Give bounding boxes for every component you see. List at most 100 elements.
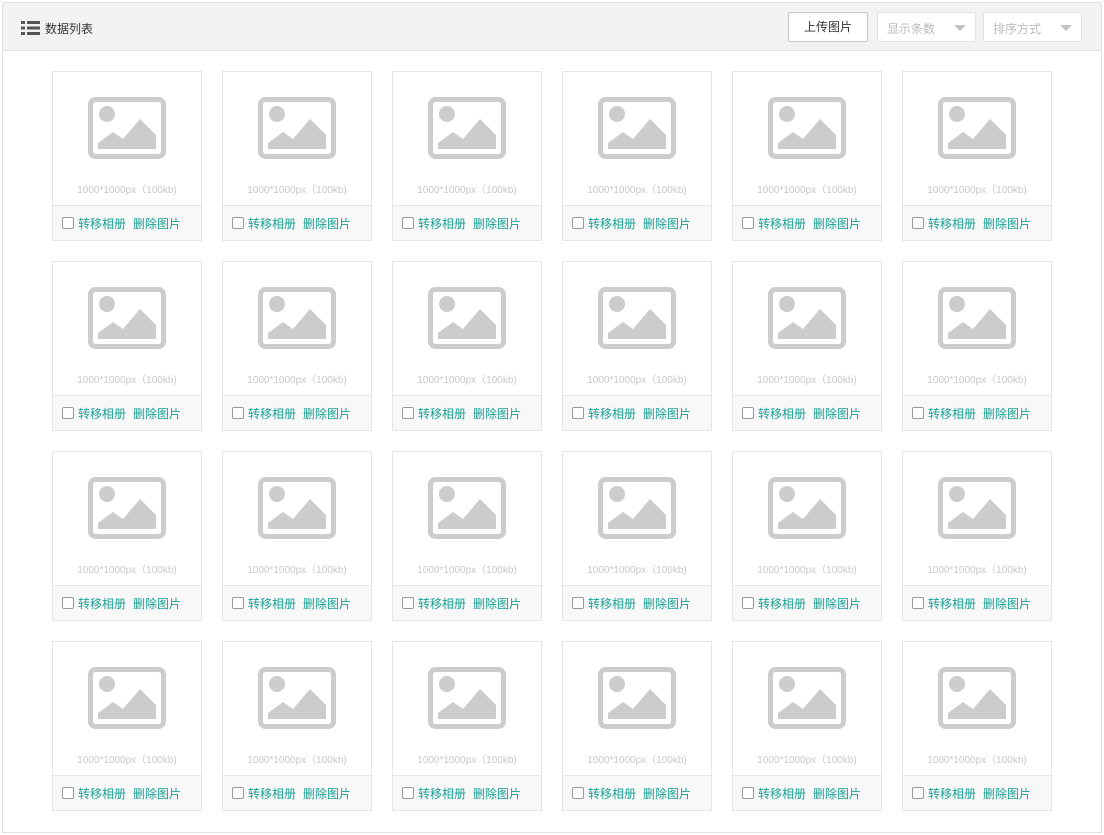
- select-checkbox[interactable]: [62, 407, 74, 419]
- select-checkbox[interactable]: [62, 597, 74, 609]
- delete-image-link[interactable]: 删除图片: [813, 785, 861, 802]
- move-album-link[interactable]: 转移相册: [78, 785, 126, 802]
- image-thumbnail[interactable]: 1000*1000px（100kb): [223, 452, 371, 585]
- select-checkbox[interactable]: [232, 217, 244, 229]
- move-album-link[interactable]: 转移相册: [418, 595, 466, 612]
- delete-image-link[interactable]: 删除图片: [813, 595, 861, 612]
- move-album-link[interactable]: 转移相册: [78, 405, 126, 422]
- select-checkbox[interactable]: [232, 787, 244, 799]
- delete-image-link[interactable]: 删除图片: [643, 785, 691, 802]
- upload-image-button[interactable]: 上传图片: [788, 12, 868, 42]
- move-album-link[interactable]: 转移相册: [588, 215, 636, 232]
- image-thumbnail[interactable]: 1000*1000px（100kb): [223, 262, 371, 395]
- image-thumbnail[interactable]: 1000*1000px（100kb): [733, 72, 881, 205]
- delete-image-link[interactable]: 删除图片: [983, 595, 1031, 612]
- delete-image-link[interactable]: 删除图片: [303, 785, 351, 802]
- image-thumbnail[interactable]: 1000*1000px（100kb): [223, 642, 371, 775]
- image-thumbnail[interactable]: 1000*1000px（100kb): [903, 262, 1051, 395]
- delete-image-link[interactable]: 删除图片: [133, 785, 181, 802]
- select-checkbox[interactable]: [572, 407, 584, 419]
- move-album-link[interactable]: 转移相册: [248, 405, 296, 422]
- delete-image-link[interactable]: 删除图片: [473, 405, 521, 422]
- image-thumbnail[interactable]: 1000*1000px（100kb): [53, 72, 201, 205]
- delete-image-link[interactable]: 删除图片: [813, 215, 861, 232]
- image-size-label: 1000*1000px（100kb): [757, 565, 857, 576]
- move-album-link[interactable]: 转移相册: [248, 215, 296, 232]
- select-checkbox[interactable]: [912, 787, 924, 799]
- delete-image-link[interactable]: 删除图片: [813, 405, 861, 422]
- move-album-link[interactable]: 转移相册: [418, 785, 466, 802]
- select-checkbox[interactable]: [572, 217, 584, 229]
- move-album-link[interactable]: 转移相册: [758, 215, 806, 232]
- delete-image-link[interactable]: 删除图片: [983, 405, 1031, 422]
- delete-image-link[interactable]: 删除图片: [473, 215, 521, 232]
- image-thumbnail[interactable]: 1000*1000px（100kb): [903, 452, 1051, 585]
- image-thumbnail[interactable]: 1000*1000px（100kb): [563, 452, 711, 585]
- select-checkbox[interactable]: [232, 407, 244, 419]
- delete-image-link[interactable]: 删除图片: [983, 785, 1031, 802]
- move-album-link[interactable]: 转移相册: [588, 595, 636, 612]
- delete-image-link[interactable]: 删除图片: [643, 595, 691, 612]
- image-thumbnail[interactable]: 1000*1000px（100kb): [223, 72, 371, 205]
- move-album-link[interactable]: 转移相册: [418, 215, 466, 232]
- select-checkbox[interactable]: [62, 787, 74, 799]
- select-checkbox[interactable]: [742, 407, 754, 419]
- select-checkbox[interactable]: [572, 597, 584, 609]
- image-thumbnail[interactable]: 1000*1000px（100kb): [393, 642, 541, 775]
- image-thumbnail[interactable]: 1000*1000px（100kb): [903, 642, 1051, 775]
- select-checkbox[interactable]: [912, 597, 924, 609]
- image-thumbnail[interactable]: 1000*1000px（100kb): [393, 72, 541, 205]
- move-album-link[interactable]: 转移相册: [928, 215, 976, 232]
- image-thumbnail[interactable]: 1000*1000px（100kb): [733, 262, 881, 395]
- select-checkbox[interactable]: [402, 217, 414, 229]
- delete-image-link[interactable]: 删除图片: [473, 785, 521, 802]
- select-checkbox[interactable]: [912, 217, 924, 229]
- select-checkbox[interactable]: [742, 787, 754, 799]
- move-album-link[interactable]: 转移相册: [588, 405, 636, 422]
- move-album-link[interactable]: 转移相册: [758, 785, 806, 802]
- image-thumbnail[interactable]: 1000*1000px（100kb): [393, 452, 541, 585]
- image-thumbnail[interactable]: 1000*1000px（100kb): [563, 72, 711, 205]
- move-album-link[interactable]: 转移相册: [248, 595, 296, 612]
- select-checkbox[interactable]: [232, 597, 244, 609]
- move-album-link[interactable]: 转移相册: [928, 595, 976, 612]
- move-album-link[interactable]: 转移相册: [78, 215, 126, 232]
- select-checkbox[interactable]: [572, 787, 584, 799]
- move-album-link[interactable]: 转移相册: [928, 785, 976, 802]
- delete-image-link[interactable]: 删除图片: [303, 405, 351, 422]
- delete-image-link[interactable]: 删除图片: [643, 215, 691, 232]
- delete-image-link[interactable]: 删除图片: [473, 595, 521, 612]
- image-thumbnail[interactable]: 1000*1000px（100kb): [393, 262, 541, 395]
- move-album-link[interactable]: 转移相册: [418, 405, 466, 422]
- image-thumbnail[interactable]: 1000*1000px（100kb): [733, 452, 881, 585]
- image-thumbnail[interactable]: 1000*1000px（100kb): [53, 452, 201, 585]
- select-checkbox[interactable]: [402, 787, 414, 799]
- image-thumbnail[interactable]: 1000*1000px（100kb): [53, 642, 201, 775]
- select-checkbox[interactable]: [402, 407, 414, 419]
- move-album-link[interactable]: 转移相册: [758, 595, 806, 612]
- move-album-link[interactable]: 转移相册: [78, 595, 126, 612]
- image-thumbnail[interactable]: 1000*1000px（100kb): [903, 72, 1051, 205]
- select-checkbox[interactable]: [62, 217, 74, 229]
- move-album-link[interactable]: 转移相册: [588, 785, 636, 802]
- image-thumbnail[interactable]: 1000*1000px（100kb): [53, 262, 201, 395]
- select-checkbox[interactable]: [912, 407, 924, 419]
- select-checkbox[interactable]: [742, 217, 754, 229]
- image-thumbnail[interactable]: 1000*1000px（100kb): [733, 642, 881, 775]
- move-album-link[interactable]: 转移相册: [758, 405, 806, 422]
- display-count-select[interactable]: 显示条数: [877, 12, 976, 42]
- delete-image-link[interactable]: 删除图片: [133, 595, 181, 612]
- delete-image-link[interactable]: 删除图片: [303, 595, 351, 612]
- move-album-link[interactable]: 转移相册: [928, 405, 976, 422]
- move-album-link[interactable]: 转移相册: [248, 785, 296, 802]
- delete-image-link[interactable]: 删除图片: [303, 215, 351, 232]
- select-checkbox[interactable]: [742, 597, 754, 609]
- image-thumbnail[interactable]: 1000*1000px（100kb): [563, 642, 711, 775]
- delete-image-link[interactable]: 删除图片: [133, 215, 181, 232]
- sort-order-select[interactable]: 排序方式: [983, 12, 1082, 42]
- delete-image-link[interactable]: 删除图片: [983, 215, 1031, 232]
- delete-image-link[interactable]: 删除图片: [643, 405, 691, 422]
- select-checkbox[interactable]: [402, 597, 414, 609]
- delete-image-link[interactable]: 删除图片: [133, 405, 181, 422]
- image-thumbnail[interactable]: 1000*1000px（100kb): [563, 262, 711, 395]
